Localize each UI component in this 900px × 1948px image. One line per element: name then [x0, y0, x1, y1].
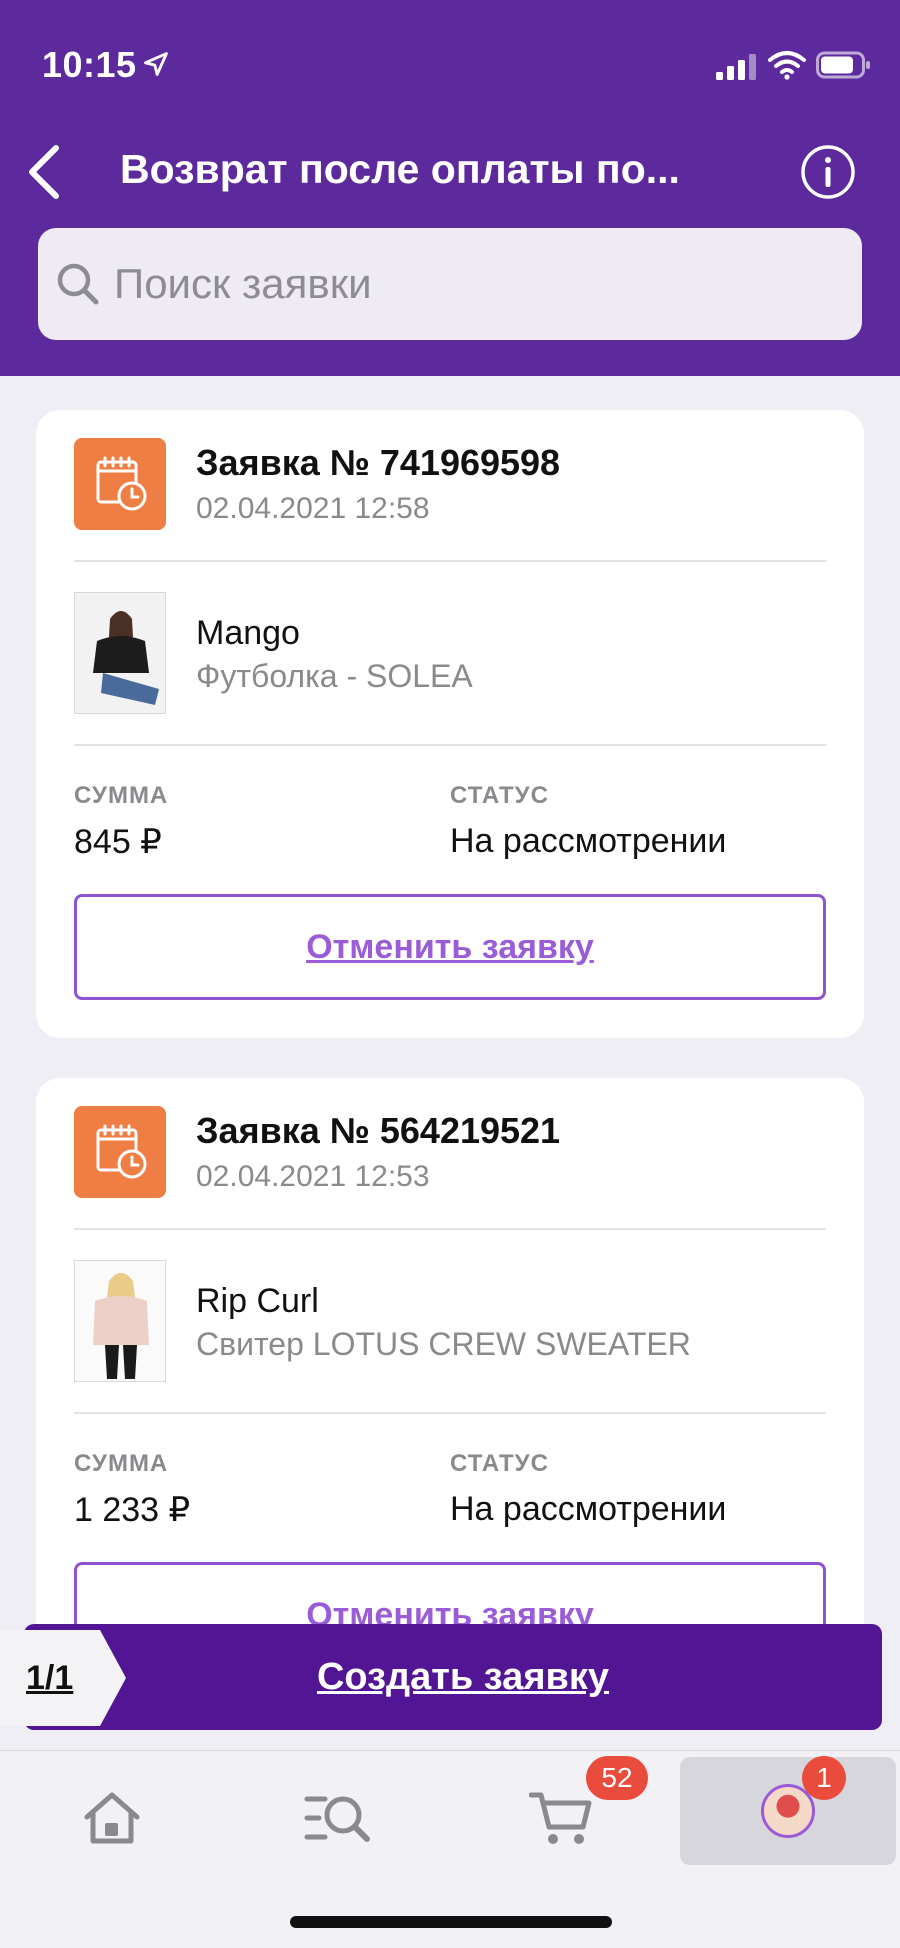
sum-value: 1 233 ₽ — [74, 1491, 191, 1529]
status-label: СТАТУС — [450, 1450, 549, 1477]
location-arrow-icon — [144, 52, 168, 76]
page-title: Возврат после оплаты по... — [120, 146, 680, 192]
product-thumbnail — [74, 1260, 166, 1382]
divider — [74, 1228, 826, 1230]
status-bar: 10:15 — [0, 0, 900, 130]
catalog-search-icon — [304, 1796, 370, 1842]
order-pending-icon — [74, 1106, 166, 1198]
product-brand: Rip Curl — [196, 1282, 319, 1320]
search-input[interactable] — [114, 260, 814, 308]
calendar-clock-icon — [96, 456, 147, 511]
sum-value: 845 ₽ — [74, 823, 162, 861]
divider — [74, 1412, 826, 1414]
header: 10:15 Возврат после оплаты по... — [0, 0, 900, 376]
cart-icon — [529, 1792, 592, 1844]
sum-label: СУММА — [74, 1450, 169, 1477]
order-date: 02.04.2021 12:58 — [196, 492, 430, 525]
back-button[interactable] — [14, 140, 74, 204]
create-request-label: Создать заявку — [316, 1655, 610, 1698]
order-card[interactable]: Заявка № 741969598 02.04.2021 12:58 Mang… — [36, 410, 864, 1038]
tab-catalog[interactable] — [248, 1763, 428, 1873]
order-number: Заявка № 564219521 — [196, 1110, 561, 1151]
divider — [74, 560, 826, 562]
create-request-button[interactable]: Создать заявку — [24, 1624, 882, 1730]
home-icon — [84, 1792, 140, 1844]
product-name: Свитер LOTUS CREW SWEATER — [196, 1326, 691, 1362]
divider — [74, 744, 826, 746]
cancel-request-button[interactable]: Отменить заявку — [74, 894, 826, 1000]
tab-home[interactable] — [22, 1763, 202, 1873]
order-date: 02.04.2021 12:53 — [196, 1160, 430, 1193]
home-indicator — [290, 1916, 612, 1928]
sum-label: СУММА — [74, 782, 169, 809]
status-time: 10:15 — [42, 44, 137, 85]
search-icon — [57, 263, 99, 305]
status-value: На рассмотрении — [450, 822, 727, 860]
product-name: Футболка - SOLEA — [196, 658, 473, 694]
product-brand: Mango — [196, 614, 300, 652]
wifi-icon — [768, 51, 806, 80]
cellular-signal-icon — [716, 54, 756, 80]
order-card[interactable]: Заявка № 564219521 02.04.2021 12:53 Rip … — [36, 1078, 864, 1718]
info-icon[interactable] — [800, 144, 856, 200]
status-label: СТАТУС — [450, 782, 549, 809]
profile-notification-badge: 1 — [802, 1756, 846, 1800]
order-pending-icon — [74, 438, 166, 530]
status-value: На рассмотрении — [450, 1490, 727, 1528]
tab-profile[interactable] — [680, 1757, 896, 1865]
battery-icon — [816, 51, 870, 79]
product-thumbnail — [74, 592, 166, 714]
page-indicator-label: 1/1 — [26, 1658, 74, 1697]
cart-count-badge: 52 — [586, 1756, 648, 1800]
search-bar[interactable] — [38, 228, 862, 340]
chevron-left-icon — [29, 145, 59, 199]
page-indicator[interactable]: 1/1 — [0, 1630, 126, 1726]
calendar-clock-icon — [96, 1124, 147, 1179]
order-number: Заявка № 741969598 — [196, 442, 561, 483]
